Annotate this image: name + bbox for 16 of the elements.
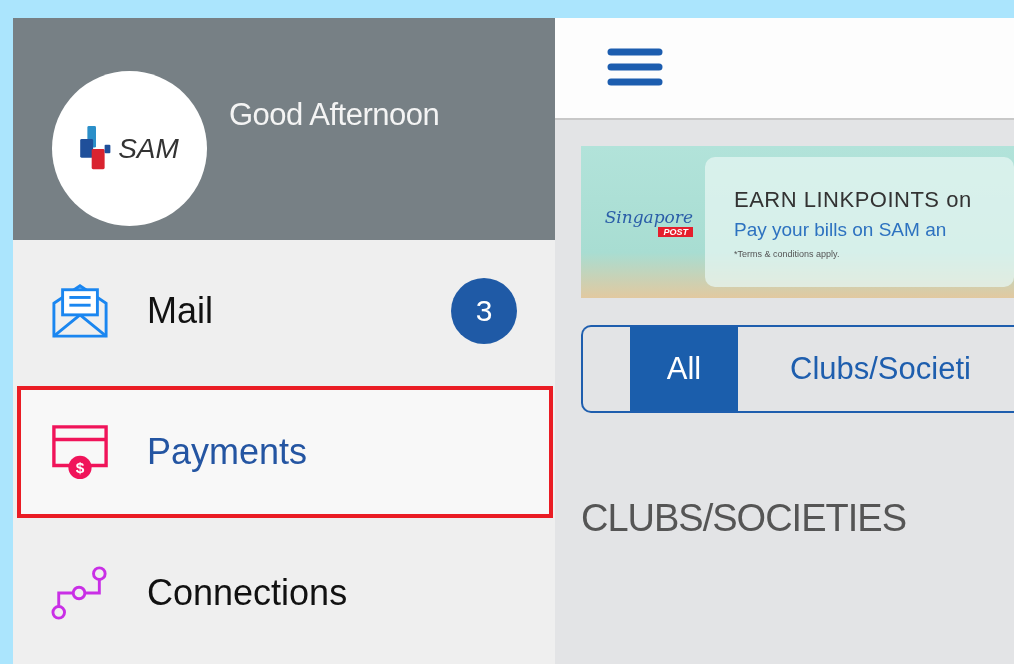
logo-text: SAM (118, 132, 179, 165)
terms-note: *Terms & conditions apply. (734, 249, 841, 259)
post-logo: Singapore POST (603, 207, 693, 237)
segment-tab[interactable]: Clubs/Societi (738, 327, 995, 411)
drawer-item[interactable]: $ Payments (17, 386, 553, 518)
banner-subline: Pay your bills on SAM an (734, 219, 948, 241)
greeting-text: Good Afternoon (229, 97, 440, 133)
promo-banner[interactable]: Singapore POST EARN LINKPOINTS on Pay your bills on SAM an *Terms & conditions apply. (581, 146, 1014, 298)
squares-logo-icon (80, 125, 113, 172)
connected-nodes-icon (51, 564, 109, 622)
segment-tab[interactable]: All (630, 327, 738, 411)
menu-icon[interactable] (607, 48, 663, 88)
section-heading: CLUBS/SOCIETIES (581, 497, 907, 540)
count-badge: 3 (451, 278, 517, 344)
envelope-icon (51, 282, 109, 340)
banner-headline: EARN LINKPOINTS on (734, 187, 973, 213)
